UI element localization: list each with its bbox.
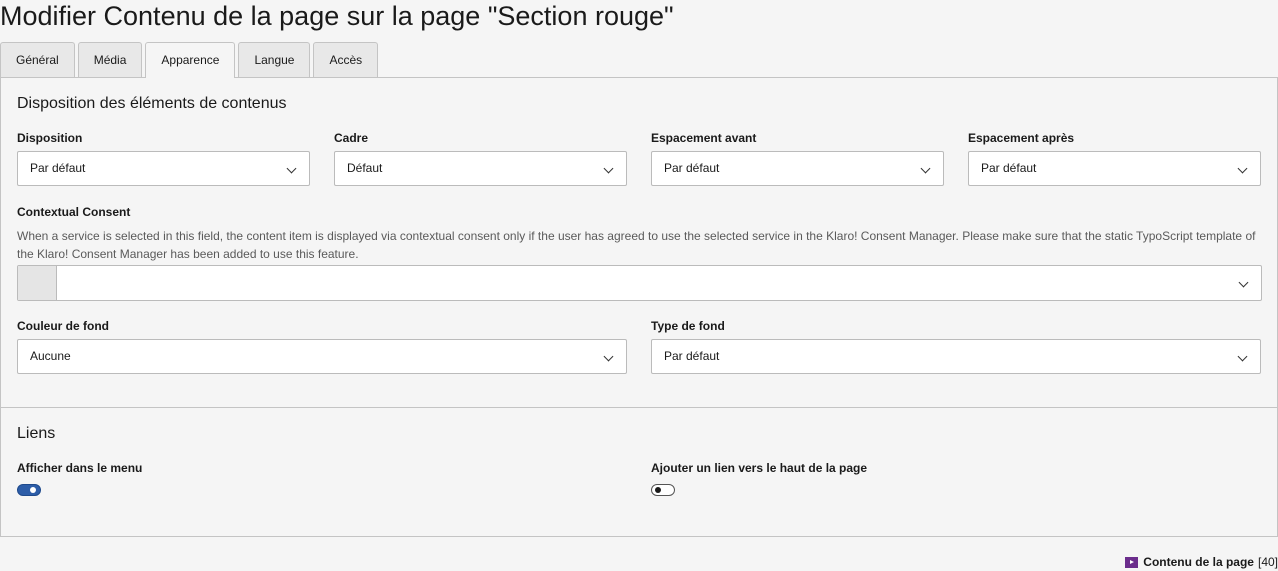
tab-bar: Général Média Apparence Langue Accès xyxy=(0,42,379,78)
record-id: [40] xyxy=(1257,555,1278,569)
space-after-value: Par défaut xyxy=(981,161,1037,175)
tab-langue[interactable]: Langue xyxy=(238,42,311,77)
consent-field xyxy=(17,265,1262,301)
disposition-select[interactable]: Par défaut xyxy=(17,151,310,186)
cadre-label: Cadre xyxy=(334,131,369,145)
chevron-down-icon xyxy=(603,351,614,362)
bg-type-label: Type de fond xyxy=(651,319,725,333)
top-link-label: Ajouter un lien vers le haut de la page xyxy=(651,461,868,475)
tab-general[interactable]: Général xyxy=(0,42,75,77)
bg-color-label: Couleur de fond xyxy=(17,319,109,333)
toggle-knob xyxy=(655,487,661,493)
cadre-select[interactable]: Défaut xyxy=(334,151,627,186)
record-info-footer: Contenu de la page [40] xyxy=(1125,555,1278,569)
top-link-toggle[interactable] xyxy=(651,484,675,496)
record-type-label: Contenu de la page xyxy=(1143,555,1254,569)
section-divider xyxy=(1,407,1277,408)
consent-label: Contextual Consent xyxy=(17,205,131,219)
tab-panel-apparence: Disposition des éléments de contenus Dis… xyxy=(0,77,1278,537)
consent-icon-addon xyxy=(18,266,57,300)
chevron-down-icon xyxy=(1237,163,1248,174)
tab-media[interactable]: Média xyxy=(77,42,143,77)
toggle-knob xyxy=(30,487,36,493)
section-title-layout: Disposition des éléments de contenus xyxy=(17,95,287,112)
space-after-label: Espacement après xyxy=(968,131,1075,145)
space-before-select[interactable]: Par défaut xyxy=(651,151,944,186)
chevron-down-icon xyxy=(603,163,614,174)
chevron-down-icon xyxy=(286,163,297,174)
show-in-menu-toggle[interactable] xyxy=(17,484,41,496)
tab-acces[interactable]: Accès xyxy=(313,42,379,77)
tab-apparence[interactable]: Apparence xyxy=(145,42,236,78)
content-element-icon xyxy=(1125,556,1139,568)
chevron-down-icon xyxy=(1237,351,1248,362)
bg-type-value: Par défaut xyxy=(664,349,720,363)
space-before-value: Par défaut xyxy=(664,161,720,175)
bg-type-select[interactable]: Par défaut xyxy=(651,339,1261,374)
section-title-links: Liens xyxy=(17,425,56,442)
bg-color-select[interactable]: Aucune xyxy=(17,339,627,374)
consent-help-text: When a service is selected in this field… xyxy=(17,229,1256,261)
chevron-down-icon xyxy=(920,163,931,174)
cadre-value: Défaut xyxy=(347,161,383,175)
bg-color-value: Aucune xyxy=(30,349,71,363)
chevron-down-icon xyxy=(1238,277,1249,288)
page-title: Modifier Contenu de la page sur la page … xyxy=(0,1,674,31)
space-before-label: Espacement avant xyxy=(651,131,757,145)
disposition-label: Disposition xyxy=(17,131,83,145)
show-in-menu-label: Afficher dans le menu xyxy=(17,461,143,475)
space-after-select[interactable]: Par défaut xyxy=(968,151,1261,186)
disposition-value: Par défaut xyxy=(30,161,86,175)
consent-select[interactable] xyxy=(57,266,1261,300)
